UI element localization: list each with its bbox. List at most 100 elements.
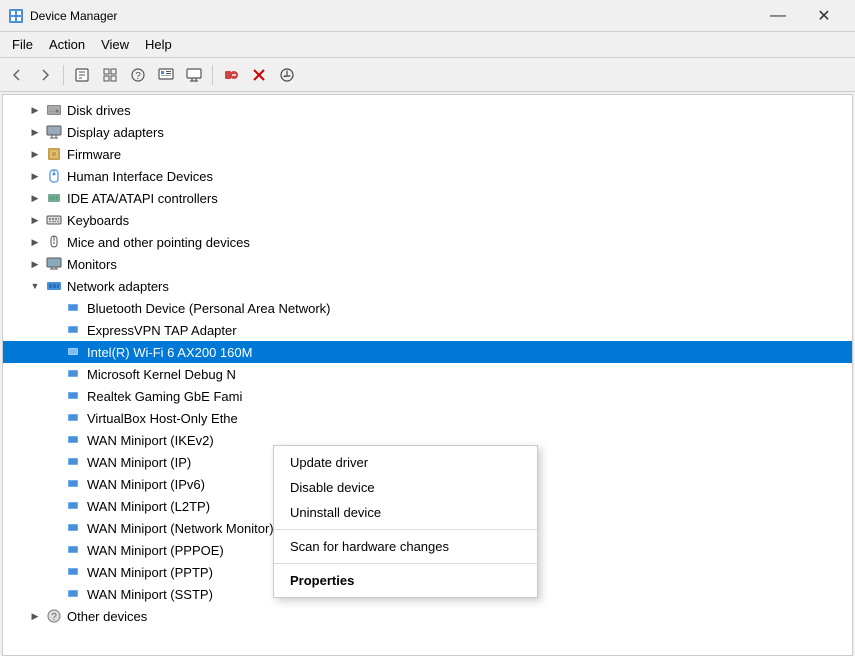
svg-text:?: ? (135, 71, 141, 82)
network-card-icon4 (65, 365, 83, 383)
toolbar: ? (0, 58, 855, 92)
network-card-icon14 (65, 585, 83, 603)
expand-icon: ▶ (27, 212, 43, 228)
tree-item-other[interactable]: ▶ ? Other devices (3, 605, 852, 627)
network-card-icon3 (65, 343, 83, 361)
expand-icon (47, 410, 63, 426)
network-card-icon8 (65, 453, 83, 471)
tree-item-bluetooth[interactable]: Bluetooth Device (Personal Area Network) (3, 297, 852, 319)
wan-nm-label: WAN Miniport (Network Monitor) (87, 521, 274, 536)
expand-icon: ▶ (27, 124, 43, 140)
tree-item-monitors[interactable]: ▶ Monitors (3, 253, 852, 275)
hid-label: Human Interface Devices (67, 169, 213, 184)
ctx-disable-device[interactable]: Disable device (274, 475, 537, 500)
tree-item-ms-kernel[interactable]: Microsoft Kernel Debug N (3, 363, 852, 385)
monitor-icon (45, 255, 63, 273)
tree-item-realtek[interactable]: Realtek Gaming GbE Fami (3, 385, 852, 407)
toolbar-sep-2 (212, 65, 213, 85)
expand-icon (47, 476, 63, 492)
bluetooth-label: Bluetooth Device (Personal Area Network) (87, 301, 331, 316)
wan-sstp-label: WAN Miniport (SSTP) (87, 587, 213, 602)
ctx-scan-hardware[interactable]: Scan for hardware changes (274, 534, 537, 559)
tree-item-disk-drives[interactable]: ▶ Disk drives (3, 99, 852, 121)
menu-file[interactable]: File (4, 34, 41, 56)
network-card-icon10 (65, 497, 83, 515)
expressvpn-label: ExpressVPN TAP Adapter (87, 323, 237, 338)
expand-icon: ▶ (27, 168, 43, 184)
view-button[interactable] (97, 62, 123, 88)
hid-icon (45, 167, 63, 185)
display-adapters-label: Display adapters (67, 125, 164, 140)
realtek-label: Realtek Gaming GbE Fami (87, 389, 242, 404)
tree-item-ide[interactable]: ▶ IDE ATA/ATAPI controllers (3, 187, 852, 209)
tree-item-vbox[interactable]: VirtualBox Host-Only Ethe (3, 407, 852, 429)
expand-icon: ▼ (27, 278, 43, 294)
firmware-icon (45, 145, 63, 163)
expand-icon: ▶ (27, 102, 43, 118)
delete-button[interactable] (246, 62, 272, 88)
help-button[interactable]: ? (125, 62, 151, 88)
expand-icon: ▶ (27, 256, 43, 272)
expand-icon: ▶ (27, 608, 43, 624)
monitors-label: Monitors (67, 257, 117, 272)
wan-pptp-label: WAN Miniport (PPTP) (87, 565, 213, 580)
update-button[interactable] (274, 62, 300, 88)
expand-icon: ▶ (27, 146, 43, 162)
tree-item-expressvpn[interactable]: ExpressVPN TAP Adapter (3, 319, 852, 341)
close-button[interactable]: ✕ (801, 0, 847, 32)
content-area[interactable]: ▶ Disk drives ▶ Display adapters ▶ Firmw… (2, 94, 853, 656)
ctx-sep-2 (274, 563, 537, 564)
tree-item-network-adapters[interactable]: ▼ Network adapters (3, 275, 852, 297)
tree-item-firmware[interactable]: ▶ Firmware (3, 143, 852, 165)
expand-icon: ▶ (27, 190, 43, 206)
other-label: Other devices (67, 609, 147, 624)
forward-button[interactable] (32, 62, 58, 88)
menu-action[interactable]: Action (41, 34, 93, 56)
title-bar-controls: — ✕ (755, 0, 847, 32)
network-icon (45, 277, 63, 295)
minimize-button[interactable]: — (755, 0, 801, 32)
menu-view[interactable]: View (93, 34, 137, 56)
expand-icon (47, 454, 63, 470)
other-icon: ? (45, 607, 63, 625)
vbox-label: VirtualBox Host-Only Ethe (87, 411, 238, 426)
expand-icon (47, 542, 63, 558)
display-icon (45, 123, 63, 141)
monitor-button[interactable] (181, 62, 207, 88)
wan-l2tp-label: WAN Miniport (L2TP) (87, 499, 210, 514)
intel-wifi-label: Intel(R) Wi-Fi 6 AX200 160M (87, 345, 252, 360)
tree-item-keyboards[interactable]: ▶ Keyboards (3, 209, 852, 231)
ctx-uninstall-device[interactable]: Uninstall device (274, 500, 537, 525)
tree-item-hid[interactable]: ▶ Human Interface Devices (3, 165, 852, 187)
network-card-icon6 (65, 409, 83, 427)
menu-help[interactable]: Help (137, 34, 180, 56)
ide-label: IDE ATA/ATAPI controllers (67, 191, 218, 206)
expand-icon (47, 366, 63, 382)
tree-item-mice[interactable]: ▶ Mice and other pointing devices (3, 231, 852, 253)
menu-bar: File Action View Help (0, 32, 855, 58)
ctx-update-driver[interactable]: Update driver (274, 450, 537, 475)
tree-item-display-adapters[interactable]: ▶ Display adapters (3, 121, 852, 143)
expand-icon (47, 322, 63, 338)
ctx-sep-1 (274, 529, 537, 530)
back-button[interactable] (4, 62, 30, 88)
ms-kernel-label: Microsoft Kernel Debug N (87, 367, 236, 382)
ide-icon (45, 189, 63, 207)
title-bar: Device Manager — ✕ (0, 0, 855, 32)
scan-button[interactable] (153, 62, 179, 88)
ctx-properties[interactable]: Properties (274, 568, 537, 593)
tree-item-intel-wifi[interactable]: Intel(R) Wi-Fi 6 AX200 160M (3, 341, 852, 363)
disk-drives-label: Disk drives (67, 103, 131, 118)
network-adapters-label: Network adapters (67, 279, 169, 294)
expand-icon (47, 300, 63, 316)
wan-ip-label: WAN Miniport (IP) (87, 455, 191, 470)
window-title: Device Manager (30, 9, 755, 23)
remove-button[interactable] (218, 62, 244, 88)
expand-icon (47, 432, 63, 448)
disk-icon (45, 101, 63, 119)
keyboard-icon (45, 211, 63, 229)
mouse-icon (45, 233, 63, 251)
wan-pppoe-label: WAN Miniport (PPPOE) (87, 543, 224, 558)
properties-button[interactable] (69, 62, 95, 88)
network-card-icon5 (65, 387, 83, 405)
